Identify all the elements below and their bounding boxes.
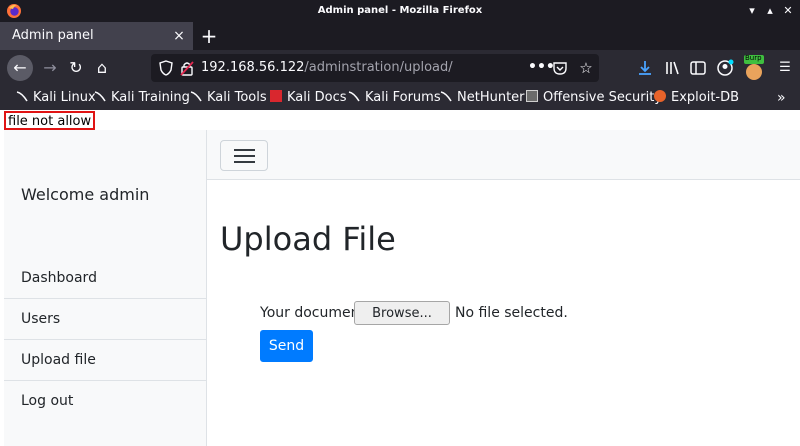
sidebar-item-log-out[interactable]: Log out [4, 381, 206, 422]
url-host: 192.168.56.122 [201, 60, 305, 75]
bookmark-kali-linux[interactable]: Kali Linux [16, 86, 96, 110]
page-title: Upload File [220, 220, 396, 258]
tab-admin-panel[interactable]: Admin panel × [0, 22, 193, 50]
reload-icon[interactable]: ↻ [63, 55, 89, 81]
back-arrow-icon[interactable]: ← [7, 55, 33, 81]
kali-docs-icon [270, 90, 282, 102]
bookmark-nethunter[interactable]: NetHunter [440, 86, 525, 110]
menu-hamburger-icon[interactable]: ☰ [776, 59, 794, 77]
bookmark-exploit-db[interactable]: Exploit-DB [654, 86, 739, 110]
bookmarks-toolbar: Kali Linux Kali Training Kali Tools Kali… [0, 86, 800, 110]
page-topbar [207, 130, 800, 180]
sidebar-item-label: Dashboard [21, 270, 97, 286]
window-title: Admin panel - Mozilla Firefox [317, 5, 483, 16]
url-bar[interactable]: 192.168.56.122/adminstration/upload/ •••… [151, 54, 599, 82]
library-icon[interactable] [663, 59, 681, 77]
hamburger-bar [234, 149, 255, 151]
kali-dragon-icon [16, 87, 28, 102]
insecure-lock-icon[interactable] [179, 60, 195, 76]
home-icon[interactable]: ⌂ [89, 55, 115, 81]
account-icon[interactable] [716, 59, 734, 77]
sidebar-item-label: Log out [21, 393, 74, 409]
sidebar-item-label: Users [21, 311, 61, 327]
bookmarks-overflow-icon[interactable]: » [777, 86, 786, 110]
menu-toggle-button[interactable] [220, 140, 268, 171]
minimize-icon[interactable]: ▾ [743, 2, 761, 20]
browse-button[interactable]: Browse... [354, 301, 450, 325]
tracking-shield-icon[interactable] [159, 60, 173, 76]
file-input-label: Your document [260, 305, 365, 321]
burp-extension-icon[interactable]: Burp [742, 53, 766, 83]
admin-sidebar: Welcome admin Dashboard Users Upload fil… [4, 130, 207, 446]
bookmark-star-icon[interactable]: ☆ [576, 58, 596, 78]
send-button[interactable]: Send [260, 330, 313, 362]
kali-dragon-icon [440, 87, 452, 102]
sidebar-icon[interactable] [689, 59, 707, 77]
restore-icon[interactable]: ▴ [761, 2, 779, 20]
page-actions-icon[interactable]: ••• [528, 58, 555, 78]
pocket-icon[interactable] [552, 60, 568, 76]
tab-label: Admin panel [12, 28, 94, 43]
hamburger-bar [234, 155, 255, 157]
url-path: /adminstration/upload/ [304, 60, 453, 75]
sidebar-item-dashboard[interactable]: Dashboard [4, 258, 206, 299]
sidebar-item-label: Upload file [21, 352, 96, 368]
upload-error-message: file not allow [4, 111, 96, 130]
window-close-icon[interactable]: ✕ [779, 2, 797, 20]
window-titlebar: Admin panel - Mozilla Firefox ▾ ▴ ✕ [0, 0, 800, 22]
tab-strip: Admin panel × + [0, 22, 800, 50]
sidebar-item-upload-file[interactable]: Upload file [4, 340, 206, 381]
bookmark-kali-docs[interactable]: Kali Docs [270, 86, 347, 110]
file-status-text: No file selected. [455, 305, 568, 321]
welcome-heading: Welcome admin [21, 185, 150, 204]
offsec-icon [526, 90, 538, 102]
page-content: file not allow Welcome admin Dashboard U… [0, 110, 800, 446]
bookmark-kali-tools[interactable]: Kali Tools [190, 86, 267, 110]
forward-arrow-icon[interactable]: → [37, 55, 63, 81]
bookmark-kali-forums[interactable]: Kali Forums [348, 86, 441, 110]
exploitdb-icon [654, 90, 666, 102]
kali-dragon-icon [348, 87, 360, 102]
burp-badge: Burp [745, 54, 762, 62]
navigation-toolbar: ← → ↻ ⌂ 192.168.56.122/adminstration/upl… [0, 50, 800, 86]
new-tab-icon[interactable]: + [198, 25, 220, 47]
kali-dragon-icon [190, 87, 202, 102]
kali-dragon-icon [94, 87, 106, 102]
tab-close-icon[interactable]: × [171, 28, 187, 44]
download-icon[interactable] [636, 59, 654, 77]
url-text[interactable]: 192.168.56.122/adminstration/upload/ [201, 54, 453, 82]
bookmark-kali-training[interactable]: Kali Training [94, 86, 190, 110]
hamburger-bar [234, 161, 255, 163]
sidebar-item-users[interactable]: Users [4, 299, 206, 340]
bookmark-offensive-security[interactable]: Offensive Security [526, 86, 662, 110]
